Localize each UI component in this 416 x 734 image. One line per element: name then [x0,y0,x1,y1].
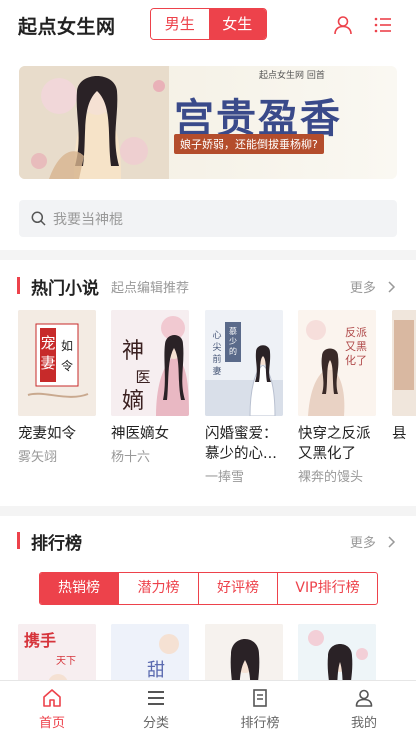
nav-label: 我的 [350,716,377,731]
search-icon [31,211,46,226]
book-author: 一捧雪 [205,470,245,485]
search-bar[interactable]: 我要当神棍 [19,200,397,237]
svg-text:如: 如 [61,338,73,353]
banner-slogan: 娘子娇弱，还能倒拔垂杨柳? [174,134,324,154]
svg-text:尖: 尖 [212,341,221,353]
section-marker [17,532,20,549]
svg-text:少: 少 [229,337,237,346]
svg-text:妻: 妻 [212,365,221,377]
svg-text:嫡: 嫡 [122,389,144,414]
page: 起点女生网 男生 女生 起点女生网 回首 宫贵盈香 娘子娇弱，还能倒拔垂杨柳? … [0,0,416,734]
book-author: 杨十六 [111,450,151,465]
chevron-right-icon [388,536,396,548]
gender-switch: 男生 女生 [150,8,267,40]
more-link[interactable]: 更多 [350,532,396,551]
svg-text:令: 令 [61,358,73,373]
nav-ranking[interactable]: 排行榜 [208,681,312,734]
user-icon[interactable] [332,14,354,36]
banner-brand: 起点女生网 回首 [259,71,325,81]
site-logo[interactable]: 起点女生网 [18,12,116,39]
svg-text:妻: 妻 [40,354,55,372]
nav-home[interactable]: 首页 [0,681,104,734]
nav-label: 排行榜 [240,716,280,731]
book-cover [392,310,416,416]
book-title: 神医嫡女 [111,426,169,442]
svg-text:慕: 慕 [229,326,237,336]
svg-text:神: 神 [122,339,144,364]
book-title: 闪婚蜜爱：慕少的心... [205,426,278,462]
svg-text:天下: 天下 [56,656,76,667]
svg-text:甜: 甜 [147,660,165,681]
tab-bestseller[interactable]: 热销榜 [40,573,119,604]
search-placeholder: 我要当神棍 [53,212,123,228]
section-marker [17,277,20,294]
book-cover: 神 医 嫡 [111,310,189,416]
svg-text:的: 的 [229,346,237,356]
more-label: 更多 [349,281,376,296]
banner[interactable]: 起点女生网 回首 宫贵盈香 娘子娇弱，还能倒拔垂杨柳? [19,66,397,179]
chevron-right-icon [388,281,396,293]
book-card[interactable]: 反派 又黑 化了 快穿之反派又黑化了 裸奔的馒头 [298,310,378,485]
book-cover: 宠 妻 如 令 [18,310,96,416]
section-title: 热门小说 [31,279,99,299]
book-title: 县 [392,426,407,442]
svg-text:携手: 携手 [24,631,56,650]
more-link[interactable]: 更多 [350,277,396,296]
nav-profile[interactable]: 我的 [312,681,416,734]
home-icon [43,689,61,707]
book-card[interactable]: 神 医 嫡 神医嫡女 杨十六 [111,310,191,465]
nav-label: 首页 [38,716,65,731]
book-title: 快穿之反派又黑化了 [298,426,371,462]
svg-text:前: 前 [212,353,221,365]
tab-female[interactable]: 女生 [208,9,266,39]
svg-text:心: 心 [212,330,221,341]
nav-label: 分类 [142,716,169,731]
more-label: 更多 [349,536,376,551]
nav-category[interactable]: 分类 [104,681,208,734]
ranking-tabs: 热销榜 潜力榜 好评榜 VIP排行榜 [39,572,378,605]
menu-icon[interactable] [372,14,394,36]
category-icon [148,691,164,705]
section-subtitle: 起点编辑推荐 [111,281,190,296]
svg-text:医: 医 [135,368,150,386]
book-cover: 慕 少 的 心 尖 前 妻 [205,310,283,416]
header: 起点女生网 男生 女生 [0,0,416,50]
svg-text:反派: 反派 [345,326,367,339]
user-icon [355,689,373,707]
svg-text:宠: 宠 [40,334,55,352]
tab-potential[interactable]: 潜力榜 [119,573,199,604]
book-cover: 反派 又黑 化了 [298,310,376,416]
ranking-icon [253,689,267,707]
book-card[interactable]: 宠 妻 如 令 宠妻如令 雾矢翊 [18,310,98,465]
book-author: 裸奔的馒头 [298,470,364,485]
tab-vip-ranking[interactable]: VIP排行榜 [278,573,377,604]
tab-top-rated[interactable]: 好评榜 [199,573,278,604]
bottom-nav: 首页 分类 排行榜 我的 [0,680,416,734]
tab-male[interactable]: 男生 [151,9,209,39]
book-author: 雾矢翊 [18,450,58,465]
ranking-section: 排行榜 更多 热销榜 潜力榜 好评榜 VIP排行榜 携手 天下 甜 [0,516,416,730]
section-title: 排行榜 [31,534,82,554]
book-title: 宠妻如令 [18,426,76,442]
top-section: 起点女生网 回首 宫贵盈香 娘子娇弱，还能倒拔垂杨柳? 我要当神棍 [0,50,416,250]
book-card[interactable]: 县 [392,310,416,442]
book-card[interactable]: 慕 少 的 心 尖 前 妻 闪婚蜜爱：慕少的心... 一捧雪 [205,310,285,485]
svg-text:又黑: 又黑 [345,340,367,353]
svg-text:化了: 化了 [345,353,367,367]
hot-novels-section: 热门小说 起点编辑推荐 更多 宠 妻 如 令 宠妻如令 雾矢翊 神 医 嫡 神医… [0,260,416,506]
